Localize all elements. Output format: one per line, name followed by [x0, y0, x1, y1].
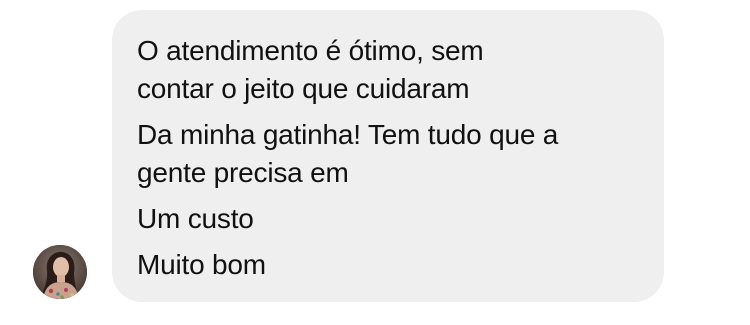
message-line: Um custo — [137, 203, 254, 234]
message-line: Da minha gatinha! Tem tudo que a — [137, 119, 559, 150]
message-line: contar o jeito que cuidaram — [137, 73, 470, 104]
message-line: Muito bom — [137, 249, 266, 280]
message-bubble[interactable]: O atendimento é ótimo, sem contar o jeit… — [112, 10, 664, 302]
message-line: gente precisa em — [137, 157, 349, 188]
sender-avatar[interactable] — [33, 245, 87, 299]
message-line: O atendimento é ótimo, sem — [137, 35, 484, 66]
profile-photo-icon — [33, 245, 87, 299]
